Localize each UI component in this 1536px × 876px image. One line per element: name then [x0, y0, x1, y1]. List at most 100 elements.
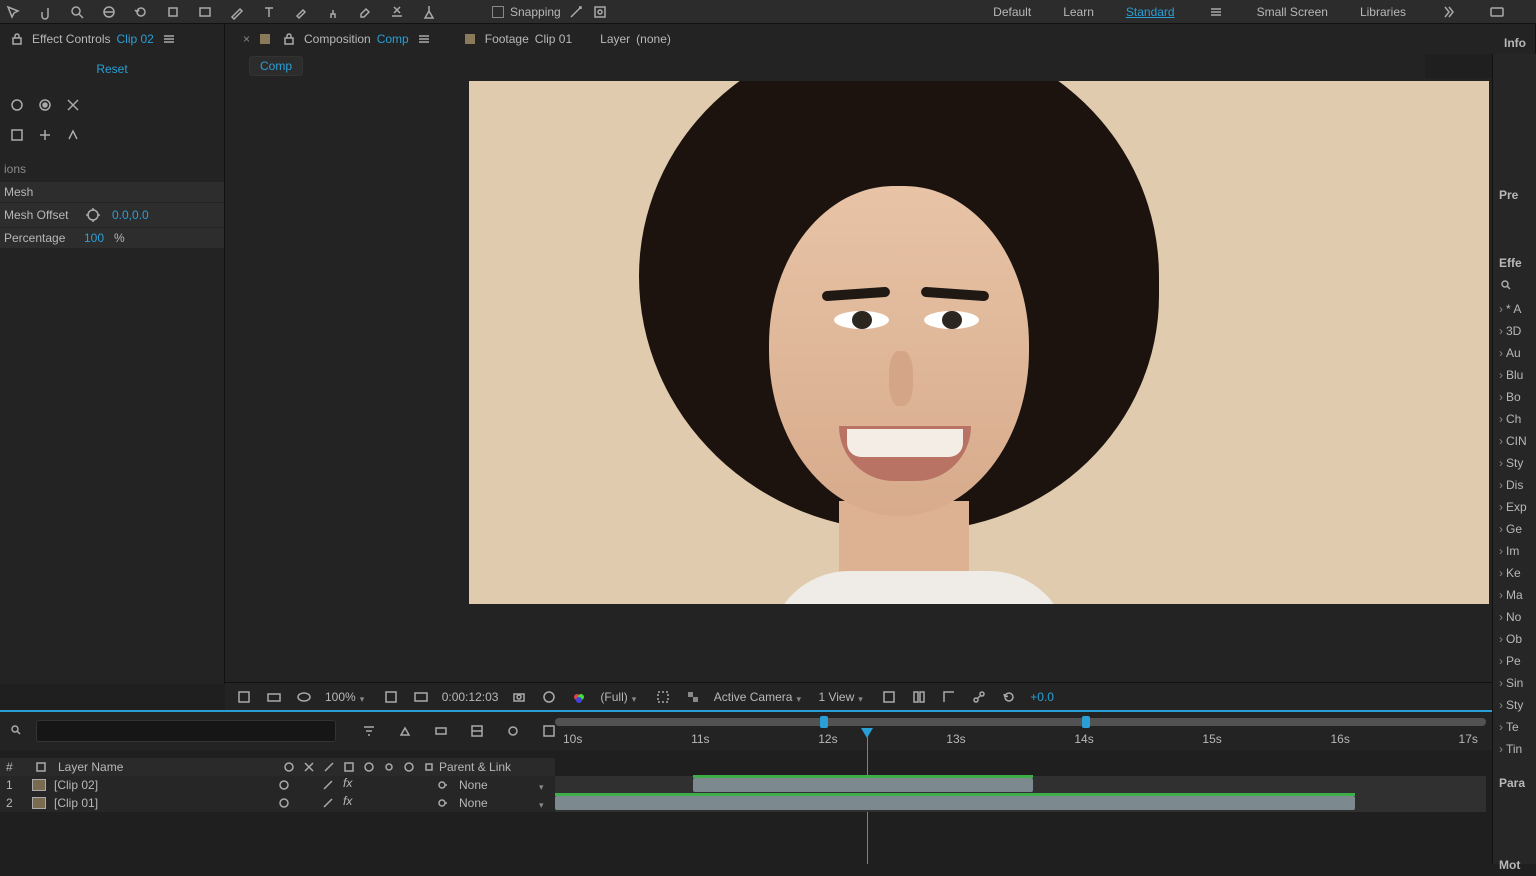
effect-cat[interactable]: Au — [1493, 342, 1536, 364]
type-tool-icon[interactable] — [260, 3, 278, 21]
work-area-out[interactable] — [1082, 716, 1090, 728]
layer-color-icon[interactable] — [32, 779, 46, 791]
show-snapshot-icon[interactable] — [540, 688, 558, 706]
color-mgmt-icon[interactable] — [570, 688, 588, 706]
track-lane-2[interactable] — [555, 794, 1486, 812]
percentage-value[interactable]: 100 — [84, 231, 104, 245]
view-opt-icon-3[interactable] — [940, 688, 958, 706]
snapshot-icon[interactable] — [510, 688, 528, 706]
anchor-tool-icon[interactable] — [164, 3, 182, 21]
effect-cat[interactable]: * A — [1493, 298, 1536, 320]
paragraph-panel-hdr[interactable]: Para — [1493, 772, 1536, 794]
effect-cat[interactable]: Ob — [1493, 628, 1536, 650]
puppet-tool-icon[interactable] — [420, 3, 438, 21]
effect-cat[interactable]: Ma — [1493, 584, 1536, 606]
preview-canvas[interactable] — [469, 81, 1489, 604]
snapping-options-icon[interactable] — [567, 3, 585, 21]
mesh-row[interactable]: Mesh — [0, 182, 224, 202]
snapping-checkbox[interactable] — [492, 6, 504, 18]
pickwhip-icon[interactable] — [433, 776, 451, 794]
switch-icon[interactable] — [361, 758, 377, 776]
magnification-dropdown[interactable]: 100% — [325, 690, 370, 704]
time-ruler[interactable]: 10s 11s 12s 13s 14s 15s 16s 17s — [555, 732, 1486, 748]
effect-cat[interactable]: 3D — [1493, 320, 1536, 342]
fx-badge[interactable]: fx — [343, 776, 352, 794]
transparency-icon[interactable] — [684, 688, 702, 706]
effect-cat[interactable]: Blu — [1493, 364, 1536, 386]
effect-cat[interactable]: Dis — [1493, 474, 1536, 496]
search-help-icon[interactable] — [1488, 3, 1506, 21]
close-tab-icon[interactable]: × — [243, 32, 250, 46]
orbit-tool-icon[interactable] — [100, 3, 118, 21]
fx-icon-2[interactable] — [36, 96, 54, 114]
work-area-in[interactable] — [820, 716, 828, 728]
layer-tab[interactable]: Layer (none) — [600, 32, 671, 46]
effect-cat[interactable]: Sty — [1493, 694, 1536, 716]
workspace-more-icon[interactable] — [1438, 3, 1456, 21]
timeline-search-icon[interactable] — [8, 722, 26, 740]
fx-icon-5[interactable] — [36, 126, 54, 144]
switch-icon[interactable] — [321, 758, 337, 776]
workspace-default[interactable]: Default — [993, 5, 1031, 19]
workspace-libraries[interactable]: Libraries — [1360, 5, 1406, 19]
col-parent[interactable]: Parent & Link — [439, 760, 549, 774]
preview-panel-hdr[interactable]: Pre — [1493, 184, 1536, 206]
col-label-icon[interactable] — [32, 758, 50, 776]
workspace-standard[interactable]: Standard — [1126, 5, 1175, 19]
search-icon-row[interactable] — [1493, 274, 1536, 298]
motion-panel-hdr[interactable]: Mot — [1493, 854, 1536, 876]
tl-filter-icon[interactable] — [360, 722, 378, 740]
rect-tool-icon[interactable] — [196, 3, 214, 21]
refresh-icon[interactable] — [1000, 688, 1018, 706]
switch-icon[interactable] — [401, 758, 417, 776]
composition-viewer[interactable] — [225, 78, 1492, 682]
composition-name[interactable]: Comp — [377, 32, 409, 46]
effect-cat[interactable]: Ch — [1493, 408, 1536, 430]
fx-badge[interactable]: fx — [343, 794, 352, 812]
views-dropdown[interactable]: 1 View — [818, 690, 868, 704]
work-area-bar[interactable] — [555, 718, 1486, 726]
eraser-tool-icon[interactable] — [356, 3, 374, 21]
pen-tool-icon[interactable] — [228, 3, 246, 21]
res-icon[interactable] — [382, 688, 400, 706]
fx-icon-3[interactable] — [64, 96, 82, 114]
roto-tool-icon[interactable] — [388, 3, 406, 21]
fit-icon[interactable] — [412, 688, 430, 706]
comp-breadcrumb[interactable]: Comp — [249, 56, 303, 76]
track-area[interactable] — [555, 758, 1486, 864]
crosshair-icon[interactable] — [84, 206, 102, 224]
col-num[interactable]: # — [6, 760, 24, 774]
switch-icon[interactable] — [381, 758, 397, 776]
footage-tab[interactable]: Footage Clip 01 — [461, 30, 572, 48]
effect-controls-clip[interactable]: Clip 02 — [116, 32, 153, 46]
clip-bar-2[interactable] — [555, 796, 1355, 810]
effect-cat[interactable]: Sin — [1493, 672, 1536, 694]
effect-cat[interactable]: Tin — [1493, 738, 1536, 760]
layer-color-icon[interactable] — [32, 797, 46, 809]
effect-cat[interactable]: Ke — [1493, 562, 1536, 584]
region-icon[interactable] — [654, 688, 672, 706]
mask-icon[interactable] — [295, 688, 313, 706]
effect-cat[interactable]: No — [1493, 606, 1536, 628]
fx-icon-6[interactable] — [64, 126, 82, 144]
view-opt-icon-4[interactable] — [970, 688, 988, 706]
effect-cat[interactable]: Ge — [1493, 518, 1536, 540]
view-opt-icon-2[interactable] — [910, 688, 928, 706]
layer-switch-icon[interactable] — [275, 776, 293, 794]
parent-dropdown[interactable]: None — [459, 778, 549, 792]
camera-dropdown[interactable]: Active Camera — [714, 690, 807, 704]
layer-name[interactable]: [Clip 02] — [54, 778, 267, 792]
track-lane-1[interactable] — [555, 776, 1486, 794]
panel-menu-icon[interactable] — [160, 30, 178, 48]
panel-menu-icon[interactable] — [415, 30, 433, 48]
col-layer-name[interactable]: Layer Name — [58, 760, 273, 774]
switch-icon[interactable] — [301, 758, 317, 776]
switch-icon[interactable] — [421, 758, 437, 776]
effect-cat[interactable]: Pe — [1493, 650, 1536, 672]
selection-tool-icon[interactable] — [4, 3, 22, 21]
tl-shy-icon[interactable] — [432, 722, 450, 740]
composition-tab[interactable]: × Composition Comp — [243, 30, 433, 48]
effect-cat[interactable]: Te — [1493, 716, 1536, 738]
effect-controls-tab[interactable]: Effect Controls Clip 02 — [0, 24, 225, 54]
effect-cat[interactable]: Sty — [1493, 452, 1536, 474]
